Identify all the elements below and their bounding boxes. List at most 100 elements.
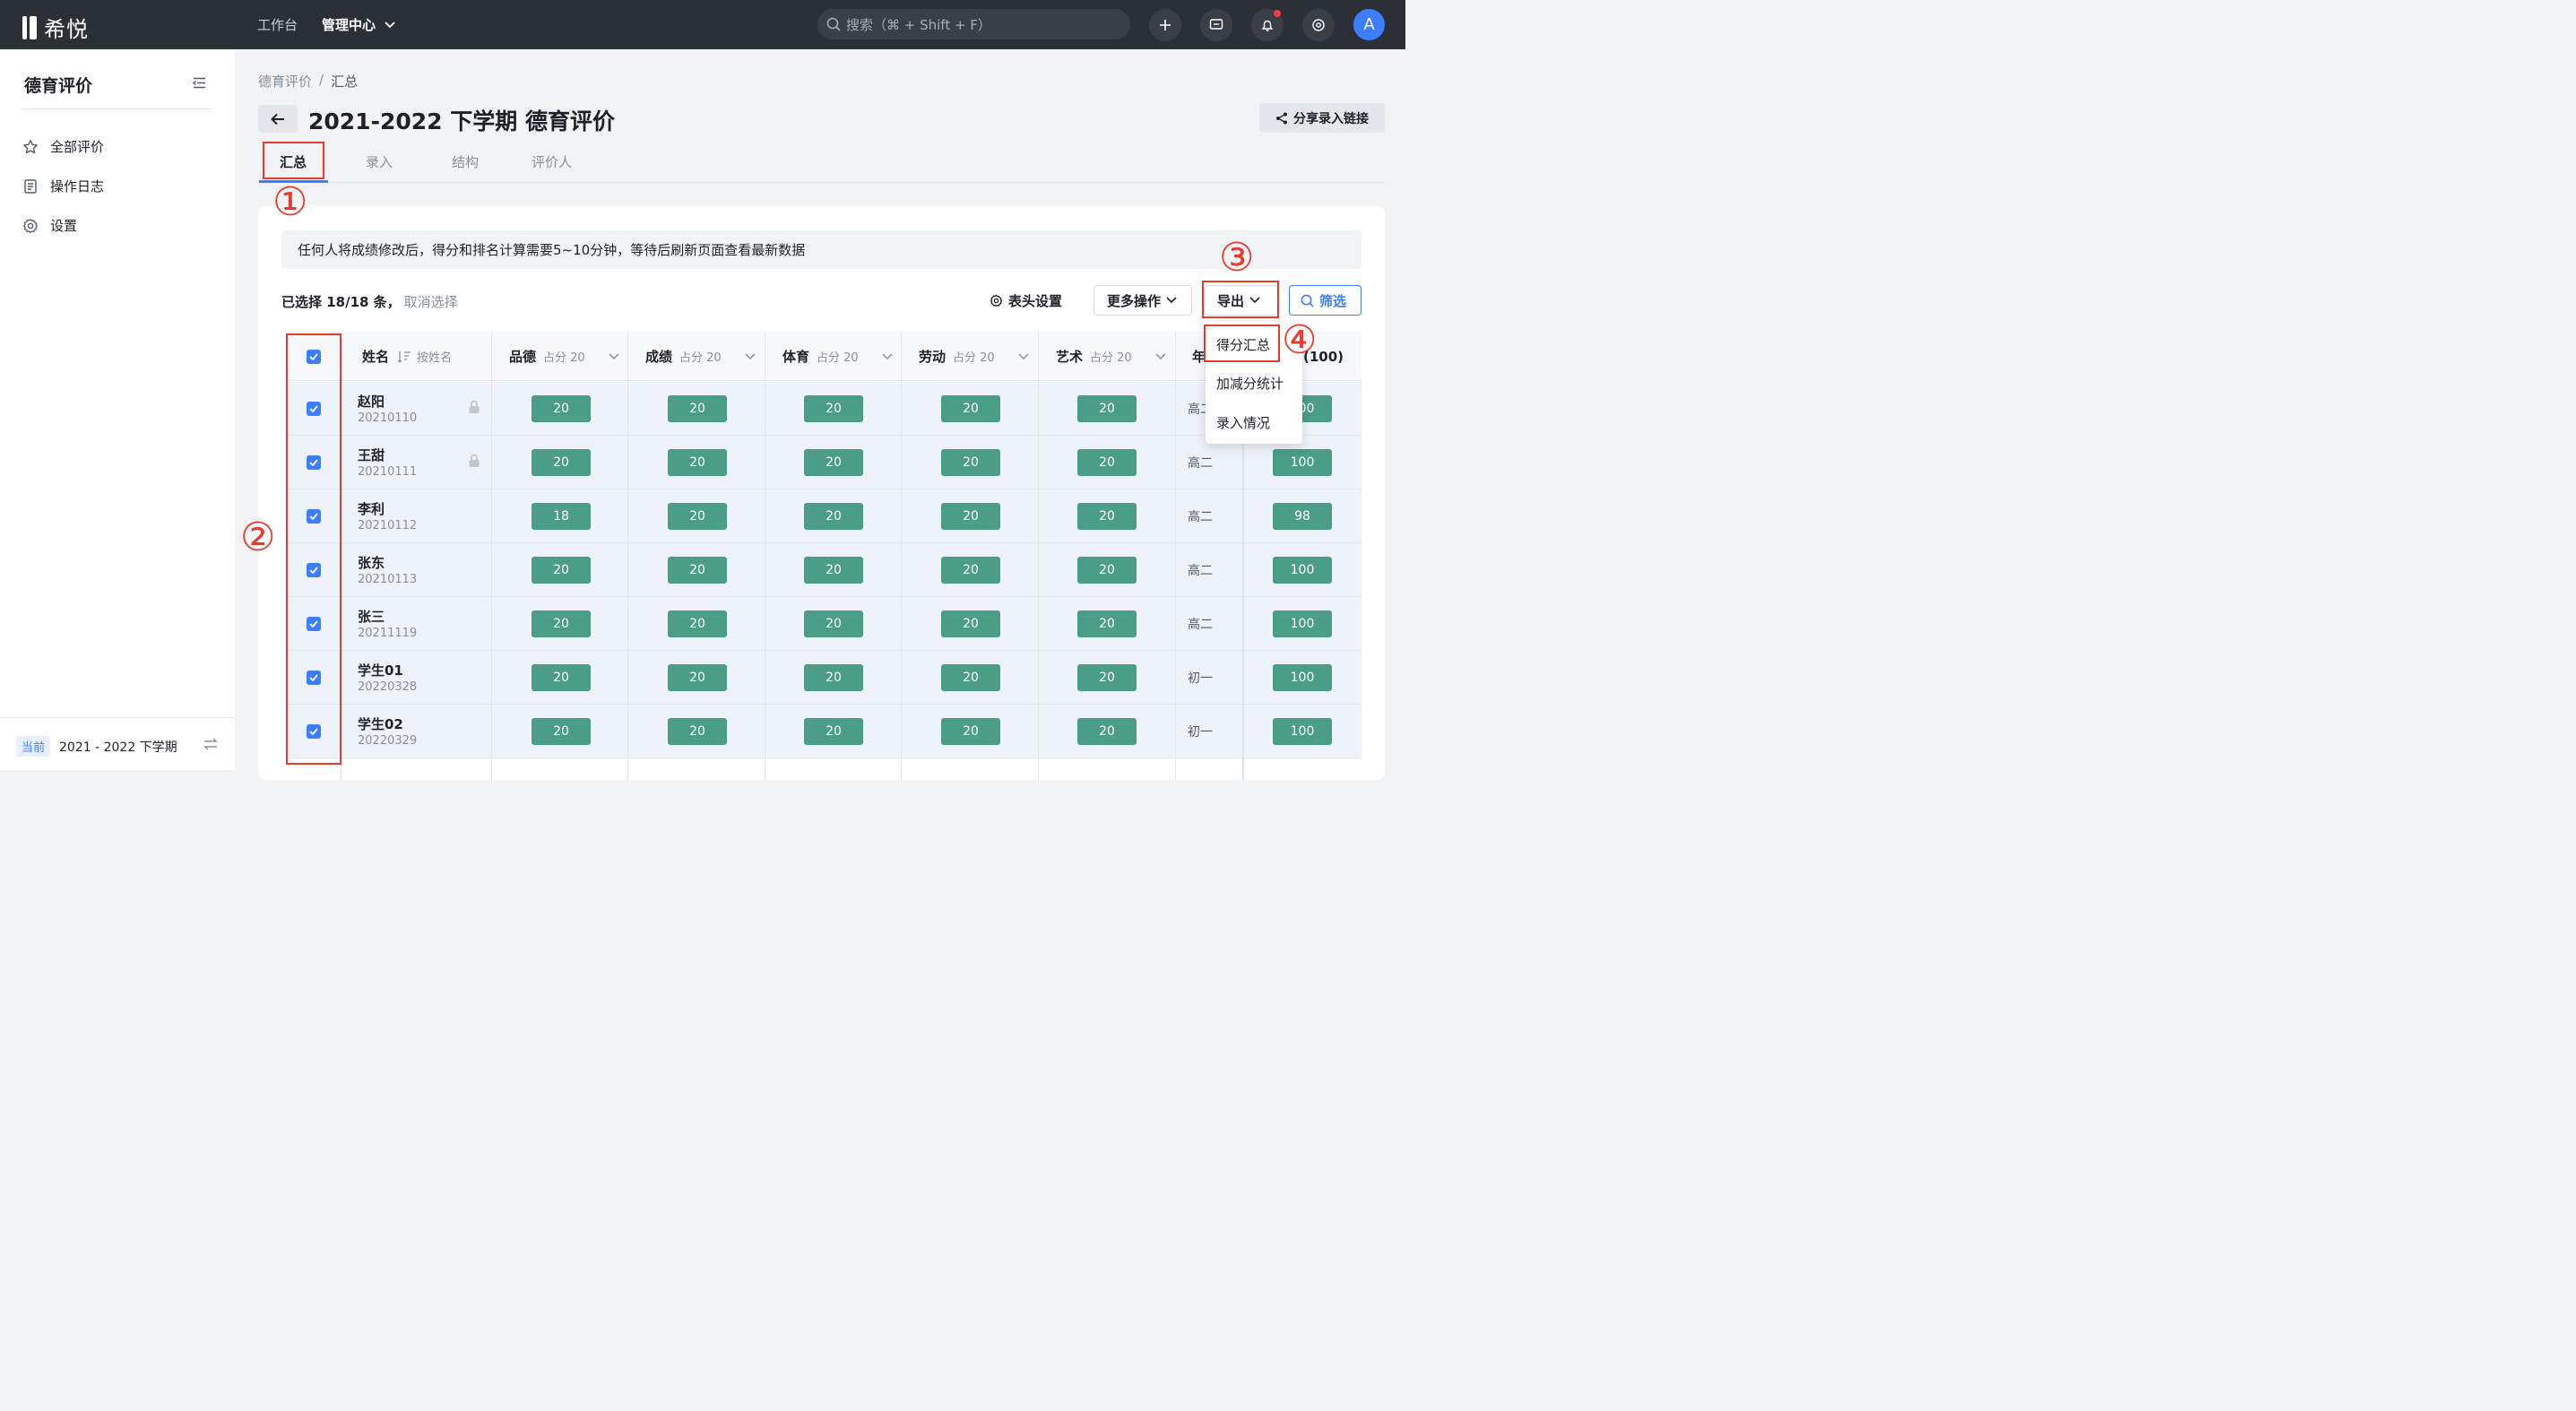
column-header-name[interactable]: 姓名 按姓名	[362, 332, 452, 381]
table-row[interactable]: 张三 20211119 20 20 20 20 20 高二 100	[285, 597, 1361, 651]
score-badge[interactable]: 20	[941, 664, 1000, 691]
score-badge[interactable]: 20	[532, 449, 591, 476]
swap-term-icon[interactable]	[203, 737, 219, 751]
table-row[interactable]: 赵阳202101102020202020高二100	[285, 382, 1361, 436]
tab-evaluators[interactable]: 评价人	[532, 152, 572, 171]
score-badge[interactable]: 20	[668, 557, 727, 584]
column-header-academics[interactable]: 成绩 占分 20	[645, 332, 722, 381]
score-badge[interactable]: 20	[804, 503, 863, 530]
score-badge[interactable]: 20	[1077, 718, 1137, 745]
chevron-down-icon[interactable]	[1018, 353, 1029, 360]
annotation-number-3: ③	[1219, 235, 1255, 281]
score-badge[interactable]: 20	[804, 395, 863, 422]
sidebar-item-operation-log[interactable]: 操作日志	[22, 177, 104, 195]
name-header-label: 姓名	[362, 349, 390, 365]
chevron-down-icon[interactable]	[745, 353, 756, 360]
chevron-down-icon[interactable]	[609, 353, 619, 360]
table-row[interactable]: 王甜 20210111 20 20 20 20 20 高二 100	[285, 436, 1361, 489]
export-menu-item-entry-status[interactable]: 录入情况	[1216, 413, 1270, 432]
notifications-button[interactable]	[1251, 9, 1284, 41]
nav-workbench[interactable]: 工作台	[257, 15, 298, 34]
tab-structure[interactable]: 结构	[452, 152, 479, 171]
table-row[interactable]: 学生02 20220329 20 20 20 20 20 初一 100	[285, 705, 1361, 758]
total-score-badge[interactable]: 100	[1273, 610, 1332, 637]
score-badge[interactable]: 20	[1077, 610, 1137, 637]
score-badge[interactable]: 20	[1077, 503, 1137, 530]
score-badge[interactable]: 20	[804, 718, 863, 745]
score-badge[interactable]: 20	[532, 395, 591, 422]
back-button[interactable]	[258, 105, 298, 133]
filter-button[interactable]: 筛选	[1289, 285, 1361, 316]
current-term: 当前 2021 - 2022 下学期	[16, 736, 177, 757]
score-badge[interactable]: 18	[532, 503, 591, 530]
column-header-arts[interactable]: 艺术 占分 20	[1056, 332, 1132, 381]
score-badge[interactable]: 20	[532, 718, 591, 745]
sidebar-item-all-evaluations[interactable]: 全部评价	[22, 137, 104, 156]
student-name[interactable]: 学生02	[358, 714, 403, 733]
total-score-badge[interactable]: 100	[1273, 664, 1332, 691]
column-weight: 占分 20	[953, 351, 995, 365]
column-header-sports[interactable]: 体育 占分 20	[782, 332, 859, 381]
nav-admin-center[interactable]: 管理中心	[322, 15, 395, 34]
header-settings-button[interactable]: 表头设置	[990, 285, 1062, 316]
score-badge[interactable]: 20	[1077, 449, 1137, 476]
score-badge[interactable]: 20	[668, 449, 727, 476]
total-score-badge[interactable]: 100	[1273, 718, 1332, 745]
column-divider	[1175, 332, 1176, 780]
score-badge[interactable]: 20	[668, 503, 727, 530]
score-badge[interactable]: 20	[941, 449, 1000, 476]
share-entry-link-button[interactable]: 分享录入链接	[1259, 103, 1385, 133]
collapse-sidebar-icon[interactable]	[193, 77, 206, 89]
score-badge[interactable]: 20	[532, 557, 591, 584]
table-row[interactable]: 张东 20210113 20 20 20 20 20 高二 100	[285, 543, 1361, 597]
support-button[interactable]	[1302, 9, 1335, 41]
search-input[interactable]: 搜索（⌘ + Shift + F）	[817, 9, 1130, 39]
cancel-selection-link[interactable]: 取消选择	[404, 292, 458, 311]
app-logo[interactable]: 希悦	[22, 12, 89, 43]
score-badge[interactable]: 20	[532, 610, 591, 637]
column-header-morality[interactable]: 品德 占分 20	[509, 332, 585, 381]
score-badge[interactable]: 20	[941, 610, 1000, 637]
score-badge[interactable]: 20	[668, 610, 727, 637]
add-button[interactable]	[1149, 9, 1181, 41]
table-row[interactable]: 李利 20210112 18 20 20 20 20 高二 98	[285, 489, 1361, 543]
student-name[interactable]: 张三	[358, 607, 385, 626]
score-badge[interactable]: 20	[941, 503, 1000, 530]
score-badge[interactable]: 20	[668, 395, 727, 422]
score-badge[interactable]: 20	[804, 664, 863, 691]
score-badge[interactable]: 20	[668, 718, 727, 745]
tab-entry[interactable]: 录入	[366, 152, 393, 171]
student-name[interactable]: 张东	[358, 553, 385, 572]
score-badge[interactable]: 20	[804, 449, 863, 476]
score-badge[interactable]: 20	[1077, 395, 1137, 422]
total-score-badge[interactable]: 100	[1273, 449, 1332, 476]
score-badge[interactable]: 20	[1077, 664, 1137, 691]
sidebar-item-settings[interactable]: 设置	[22, 216, 77, 235]
messages-button[interactable]	[1200, 9, 1232, 41]
current-term-badge: 当前	[16, 736, 51, 757]
chevron-down-icon[interactable]	[1155, 353, 1166, 360]
total-score-badge[interactable]: 100	[1273, 557, 1332, 584]
student-name[interactable]: 学生01	[358, 661, 403, 680]
score-badge[interactable]: 20	[941, 395, 1000, 422]
document-icon	[24, 178, 37, 194]
breadcrumb-parent[interactable]: 德育评价	[258, 72, 312, 91]
student-name[interactable]: 王甜	[358, 446, 385, 464]
student-name[interactable]: 赵阳	[358, 392, 385, 411]
score-badge[interactable]: 20	[941, 718, 1000, 745]
score-badge[interactable]: 20	[1077, 557, 1137, 584]
score-badge[interactable]: 20	[532, 664, 591, 691]
export-menu-item-bonus-stats[interactable]: 加减分统计	[1216, 374, 1284, 393]
total-score-badge[interactable]: 98	[1273, 503, 1332, 530]
more-actions-dropdown[interactable]: 更多操作	[1094, 285, 1192, 316]
student-name[interactable]: 李利	[358, 499, 385, 518]
score-badge[interactable]: 20	[941, 557, 1000, 584]
column-header-labor[interactable]: 劳动 占分 20	[919, 332, 995, 381]
user-avatar[interactable]: A	[1353, 9, 1385, 40]
table-row[interactable]: 学生01 20220328 20 20 20 20 20 初一 100	[285, 651, 1361, 705]
chevron-down-icon[interactable]	[882, 353, 893, 360]
score-badge[interactable]: 20	[804, 610, 863, 637]
column-divider	[901, 332, 902, 780]
score-badge[interactable]: 20	[668, 664, 727, 691]
score-badge[interactable]: 20	[804, 557, 863, 584]
